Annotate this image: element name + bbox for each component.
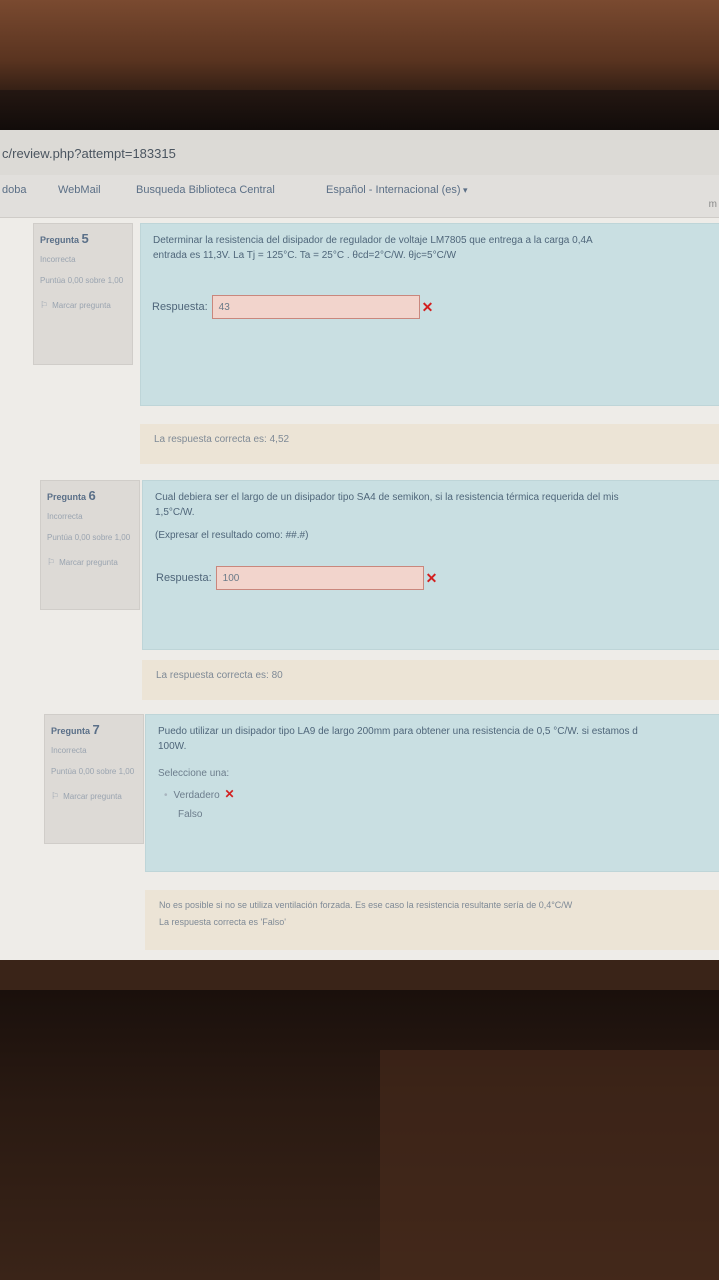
correct-answer-text: La respuesta correcta es: 4,52 bbox=[154, 434, 290, 445]
language-selector[interactable]: Español - Internacional (es) bbox=[326, 184, 468, 196]
nav-link-cordoba[interactable]: doba bbox=[2, 184, 26, 196]
question-number: 6 bbox=[88, 488, 96, 503]
question-text: Puedo utilizar un disipador tipo LA9 de … bbox=[158, 726, 638, 752]
nav-right-text: m bbox=[708, 199, 717, 210]
answer-label: Respuesta: bbox=[156, 572, 212, 584]
flag-question-link[interactable]: ⚐ Marcar pregunta bbox=[40, 297, 126, 314]
answer-row-5: Respuesta: 43 ✕ bbox=[152, 295, 433, 319]
flag-icon: ⚐ bbox=[47, 557, 56, 568]
general-feedback-text: No es posible si no se utiliza ventilaci… bbox=[159, 900, 573, 910]
correct-answer-text: La respuesta correcta es 'Falso' bbox=[159, 917, 286, 927]
question-number: 7 bbox=[92, 722, 100, 737]
question-grade: Puntúa 0,00 sobre 1,00 bbox=[47, 533, 131, 542]
question-info-7: Pregunta 7 Incorrecta Puntúa 0,00 sobre … bbox=[44, 714, 144, 844]
question-state: Incorrecta bbox=[51, 746, 87, 755]
question-info-6: Pregunta 6 Incorrecta Puntúa 0,00 sobre … bbox=[40, 480, 140, 610]
address-bar[interactable]: c/review.php?attempt=183315 bbox=[0, 130, 719, 176]
answer-input[interactable]: 43 bbox=[211, 295, 420, 319]
radio-icon: • bbox=[164, 790, 168, 801]
answer-options: Seleccione una: • Verdadero ✕ Falso bbox=[158, 768, 719, 820]
flag-question-link[interactable]: ⚐ Marcar pregunta bbox=[51, 788, 137, 805]
question-state: Incorrecta bbox=[47, 512, 83, 521]
feedback-5: La respuesta correcta es: 4,52 bbox=[140, 424, 719, 464]
question-hint: (Expresar el resultado como: ##.#) bbox=[155, 530, 309, 541]
incorrect-x-icon: ✕ bbox=[425, 569, 438, 586]
background-wall bbox=[0, 0, 719, 100]
incorrect-x-icon: ✕ bbox=[224, 787, 235, 801]
screen: c/review.php?attempt=183315 doba WebMail… bbox=[0, 130, 719, 960]
correct-answer-text: La respuesta correcta es: 80 bbox=[156, 670, 283, 681]
url-text[interactable]: c/review.php?attempt=183315 bbox=[2, 146, 176, 161]
option-label: Verdadero bbox=[173, 790, 220, 801]
question-grade: Puntúa 0,00 sobre 1,00 bbox=[51, 767, 135, 776]
question-title: Pregunta 6 bbox=[47, 488, 96, 503]
option-verdadero[interactable]: • Verdadero ✕ bbox=[158, 787, 719, 801]
answer-label: Respuesta: bbox=[152, 301, 208, 313]
question-title: Pregunta 7 bbox=[51, 722, 100, 737]
question-number: 5 bbox=[81, 231, 89, 246]
answer-row-6: Respuesta: 100 ✕ bbox=[156, 566, 437, 590]
top-navbar: doba WebMail Busqueda Biblioteca Central… bbox=[0, 175, 719, 218]
desk-object bbox=[380, 1050, 719, 1280]
nav-link-webmail[interactable]: WebMail bbox=[58, 184, 101, 196]
question-title: Pregunta 5 bbox=[40, 231, 89, 246]
feedback-6: La respuesta correcta es: 80 bbox=[142, 660, 719, 700]
quiz-review-content: Pregunta 5 Incorrecta Puntúa 0,00 sobre … bbox=[0, 218, 719, 960]
option-falso[interactable]: Falso bbox=[158, 809, 719, 820]
flag-question-link[interactable]: ⚐ Marcar pregunta bbox=[47, 554, 133, 571]
answer-input[interactable]: 100 bbox=[215, 566, 424, 590]
flag-icon: ⚐ bbox=[51, 791, 60, 802]
question-body-7: Puedo utilizar un disipador tipo LA9 de … bbox=[145, 714, 719, 872]
question-grade: Puntúa 0,00 sobre 1,00 bbox=[40, 276, 124, 285]
monitor-bezel bbox=[0, 90, 719, 130]
question-body-6: Cual debiera ser el largo de un disipado… bbox=[142, 480, 719, 650]
nav-link-biblioteca[interactable]: Busqueda Biblioteca Central bbox=[136, 184, 275, 196]
question-text: Determinar la resistencia del disipador … bbox=[153, 235, 593, 261]
option-label: Falso bbox=[178, 809, 203, 820]
select-label: Seleccione una: bbox=[158, 768, 230, 779]
feedback-7: No es posible si no se utiliza ventilaci… bbox=[145, 890, 719, 950]
question-state: Incorrecta bbox=[40, 255, 76, 264]
question-info-5: Pregunta 5 Incorrecta Puntúa 0,00 sobre … bbox=[33, 223, 133, 365]
flag-icon: ⚐ bbox=[40, 300, 49, 311]
incorrect-x-icon: ✕ bbox=[421, 298, 434, 315]
question-text: Cual debiera ser el largo de un disipado… bbox=[155, 492, 619, 518]
